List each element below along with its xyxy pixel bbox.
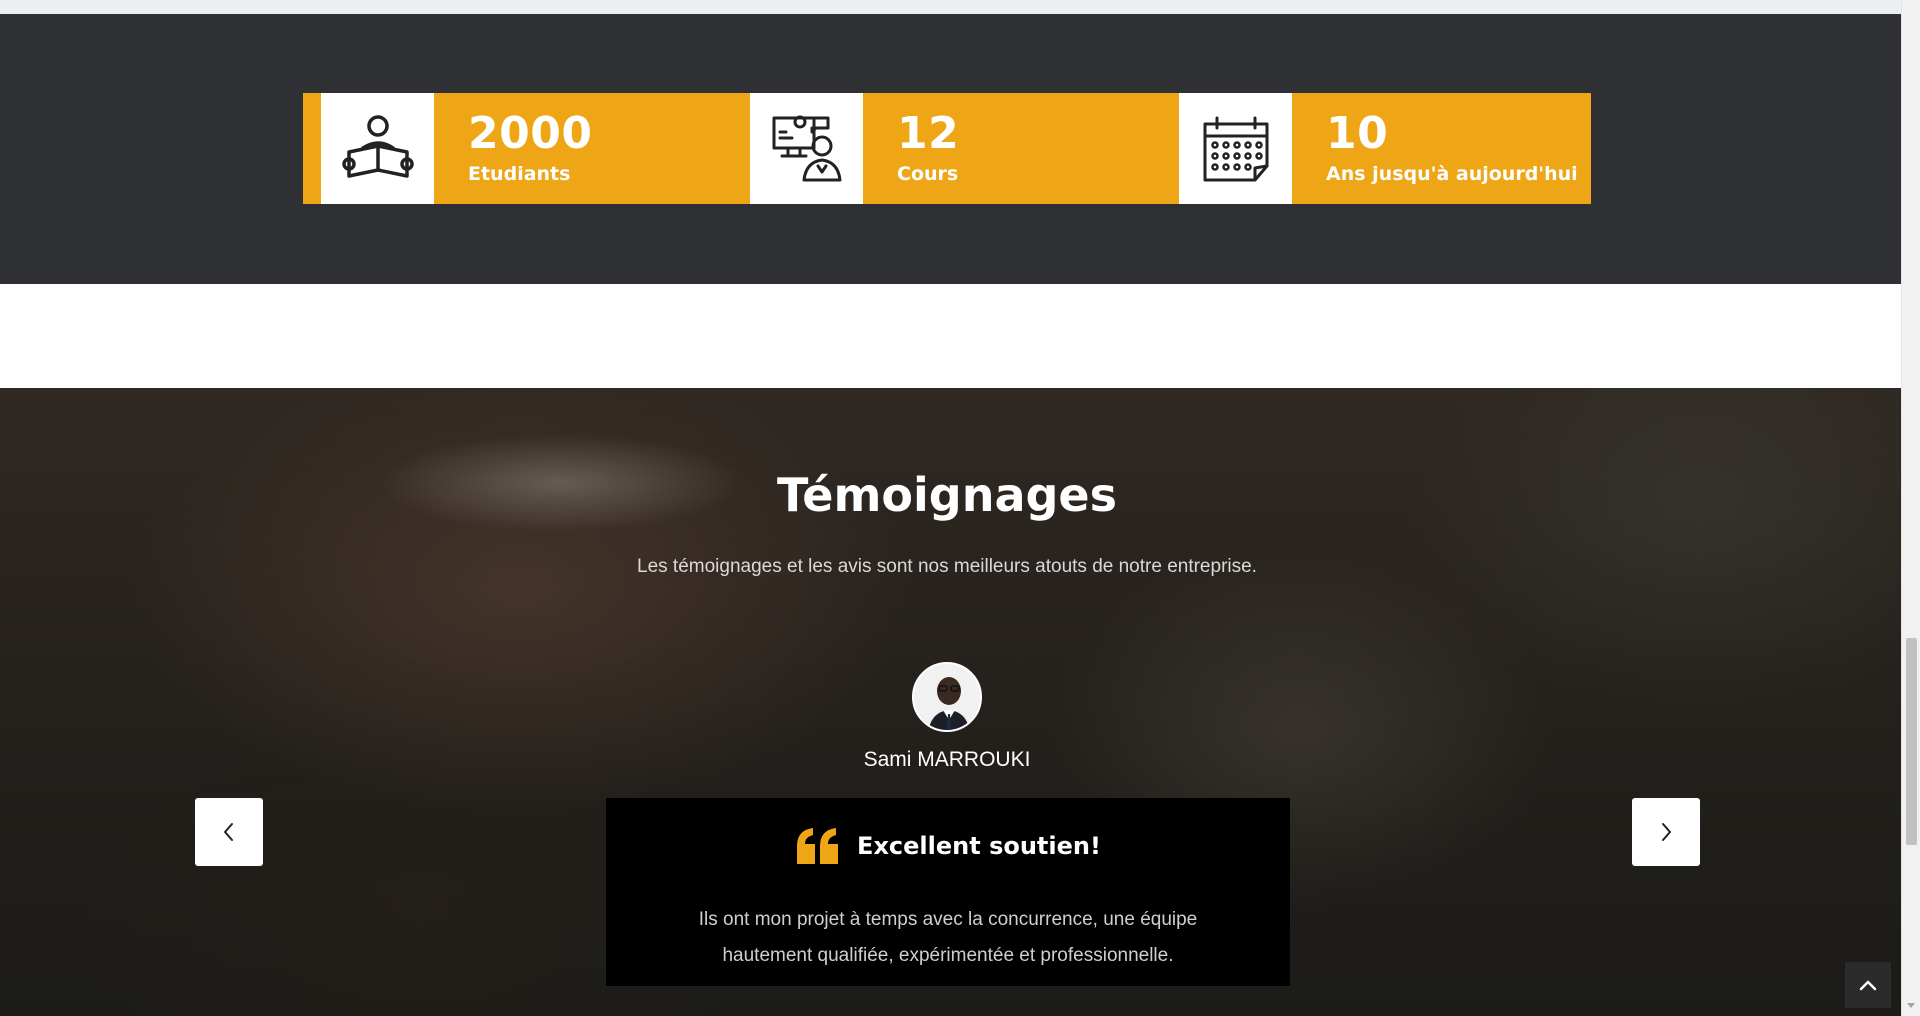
teacher-screen-icon xyxy=(750,93,863,204)
top-strip xyxy=(0,0,1901,14)
testimonial-card: Excellent soutien! Ils ont mon projet à … xyxy=(606,798,1290,986)
chevron-right-icon xyxy=(1662,823,1671,841)
page: 2000 Etudiants 12 Cours 10 Ans jusqu'à a… xyxy=(0,0,1901,1016)
avatar xyxy=(912,662,982,732)
student-reading-icon xyxy=(321,93,434,204)
counter-courses: 12 Cours xyxy=(750,93,959,204)
counter-students: 2000 Etudiants xyxy=(321,93,592,204)
counter-number: 10 xyxy=(1326,108,1389,159)
testimonial-text: Ils ont mon projet à temps avec la concu… xyxy=(698,909,1198,966)
counter-number: 12 xyxy=(897,108,960,159)
counters-section: 2000 Etudiants 12 Cours 10 Ans jusqu'à a… xyxy=(0,14,1901,284)
quote-icon xyxy=(797,828,839,864)
counter-label: Etudiants xyxy=(468,163,571,185)
scroll-to-top-button[interactable] xyxy=(1845,962,1891,1008)
testimonial-author: Sami MARROUKI xyxy=(863,748,1031,771)
calendar-icon xyxy=(1179,93,1292,204)
scrollbar-thumb[interactable] xyxy=(1906,638,1917,845)
carousel-prev-button[interactable] xyxy=(195,798,263,866)
chevron-up-icon xyxy=(1859,980,1877,991)
carousel-next-button[interactable] xyxy=(1632,798,1700,866)
counter-label: Cours xyxy=(897,163,959,185)
counter-number: 2000 xyxy=(468,108,593,159)
testimonial-title: Excellent soutien! xyxy=(857,832,1101,860)
section-subtitle: Les témoignages et les avis sont nos mei… xyxy=(637,556,1257,577)
section-title: Témoignages xyxy=(777,468,1117,522)
testimonials-section: Témoignages Les témoignages et les avis … xyxy=(0,388,1901,1016)
scroll-down-arrow-icon[interactable] xyxy=(1907,1003,1915,1008)
counter-years: 10 Ans jusqu'à aujourd'hui xyxy=(1179,93,1578,204)
scrollbar[interactable] xyxy=(1901,0,1920,1016)
chevron-left-icon xyxy=(224,823,233,841)
counters-bar: 2000 Etudiants 12 Cours 10 Ans jusqu'à a… xyxy=(303,93,1591,204)
counter-label: Ans jusqu'à aujourd'hui xyxy=(1326,163,1578,185)
